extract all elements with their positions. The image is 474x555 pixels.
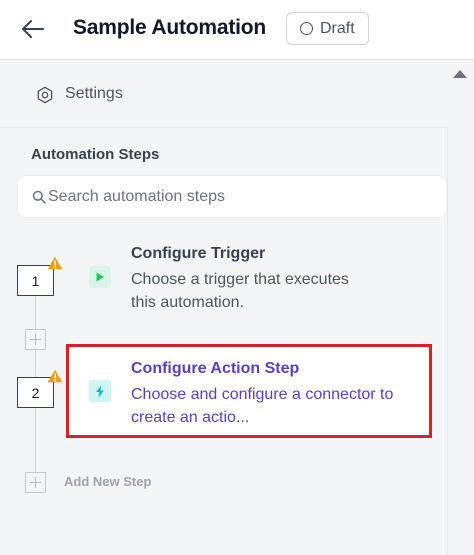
search-icon — [32, 190, 46, 204]
step-title[interactable]: Configure Action Step — [131, 360, 299, 378]
lightning-icon — [89, 380, 111, 402]
search-box[interactable] — [17, 175, 447, 218]
step-title[interactable]: Configure Trigger — [131, 245, 265, 263]
search-input[interactable] — [48, 176, 438, 217]
warning-icon — [47, 256, 63, 270]
status-badge[interactable]: Draft — [286, 12, 369, 45]
step-description: Choose a trigger that executes this auto… — [131, 271, 349, 311]
scroll-up-arrow-icon[interactable] — [453, 70, 467, 78]
status-label: Draft — [320, 19, 355, 37]
warning-icon — [47, 369, 63, 383]
add-step-plus-icon[interactable] — [25, 472, 46, 493]
gear-icon — [37, 86, 53, 104]
insert-step-button[interactable] — [25, 329, 46, 350]
circle-icon — [300, 22, 313, 35]
add-new-step-button[interactable]: Add New Step — [64, 474, 151, 489]
header: Sample Automation Draft — [0, 0, 474, 60]
back-button[interactable] — [18, 16, 48, 42]
arrow-left-icon — [22, 20, 44, 38]
scrollbar[interactable] — [448, 60, 474, 555]
page-title: Sample Automation — [73, 16, 267, 39]
section-title: Automation Steps — [31, 146, 160, 163]
step-description: Choose and configure a connector to crea… — [131, 386, 394, 426]
play-icon — [89, 266, 111, 288]
settings-item[interactable]: Settings — [0, 60, 448, 128]
settings-label: Settings — [65, 85, 123, 102]
step-item-action[interactable]: Configure Action Step Choose and configu… — [66, 344, 432, 438]
